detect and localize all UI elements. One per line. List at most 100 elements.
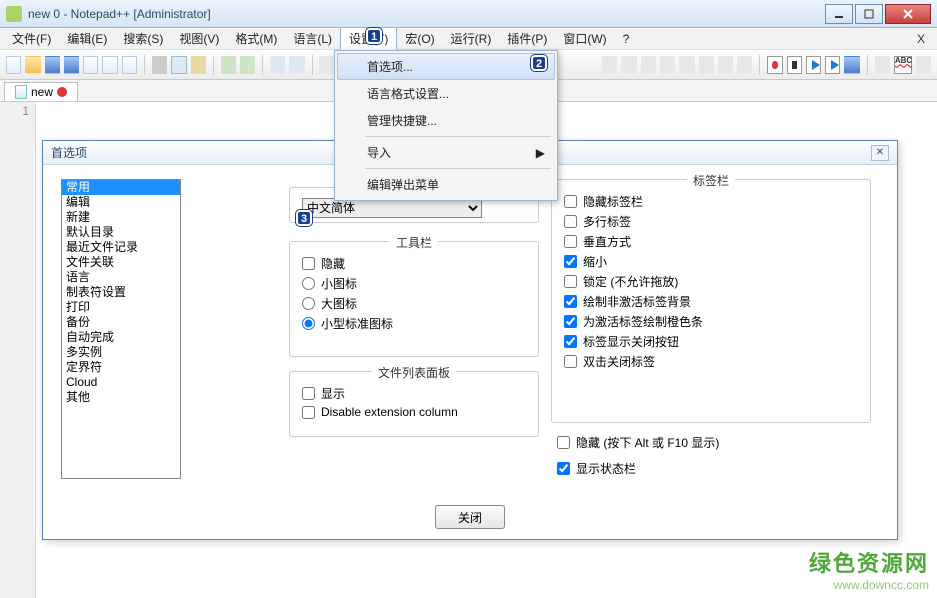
badge-1: 1: [366, 28, 382, 44]
paste-icon[interactable]: [191, 56, 206, 74]
category-item[interactable]: 文件关联: [62, 255, 180, 270]
file-icon: [15, 85, 27, 99]
monitor-icon[interactable]: [875, 56, 890, 74]
multiline-tabs-checkbox[interactable]: 多行标签: [564, 213, 858, 230]
menu-import[interactable]: 导入▶: [337, 139, 555, 166]
group-label: 标签栏: [687, 172, 735, 189]
macro-play-icon[interactable]: [806, 56, 821, 74]
macro-play-multi-icon[interactable]: [825, 56, 840, 74]
minimize-button[interactable]: [825, 4, 853, 24]
vertical-tabs-checkbox[interactable]: 垂直方式: [564, 233, 858, 250]
dialog-title: 首选项: [51, 144, 87, 161]
user-lang-icon[interactable]: [699, 56, 714, 74]
menubar-x[interactable]: X: [909, 32, 933, 46]
tab-label: new: [31, 85, 53, 99]
category-list[interactable]: 常用 编辑 新建 默认目录 最近文件记录 文件关联 语言 制表符设置 打印 备份…: [61, 179, 181, 479]
disable-ext-checkbox[interactable]: Disable extension column: [302, 405, 526, 419]
menu-file[interactable]: 文件(F): [4, 28, 59, 49]
show-statusbar-checkbox[interactable]: 显示状态栏: [557, 460, 636, 477]
large-icons-radio[interactable]: 大图标: [302, 295, 526, 312]
print-icon[interactable]: [122, 56, 137, 74]
menu-macro[interactable]: 宏(O): [397, 28, 442, 49]
copy-icon[interactable]: [171, 56, 186, 74]
small-icons-radio[interactable]: 小图标: [302, 275, 526, 292]
hide-tabbar-checkbox[interactable]: 隐藏标签栏: [564, 193, 858, 210]
close-button[interactable]: [885, 4, 931, 24]
replace-icon[interactable]: [289, 56, 304, 74]
std-icons-radio[interactable]: 小型标准图标: [302, 315, 526, 332]
category-item[interactable]: Cloud: [62, 375, 180, 390]
doc-map-icon[interactable]: [718, 56, 733, 74]
show-all-icon[interactable]: [660, 56, 675, 74]
close-btn-checkbox[interactable]: 标签显示关闭按钮: [564, 333, 858, 350]
plugin-icon[interactable]: [916, 56, 931, 74]
category-item[interactable]: 定界符: [62, 360, 180, 375]
menu-window[interactable]: 窗口(W): [555, 28, 614, 49]
spellcheck-icon[interactable]: ABC: [894, 56, 912, 74]
zoom-in-icon[interactable]: [319, 56, 334, 74]
dblclick-close-checkbox[interactable]: 双击关闭标签: [564, 353, 858, 370]
cut-icon[interactable]: [152, 56, 167, 74]
category-item[interactable]: 最近文件记录: [62, 240, 180, 255]
save-all-icon[interactable]: [64, 56, 79, 74]
menu-language[interactable]: 语言(L): [285, 28, 340, 49]
category-item[interactable]: 编辑: [62, 195, 180, 210]
category-item[interactable]: 常用: [62, 180, 180, 195]
menu-format[interactable]: 格式(M): [227, 28, 285, 49]
macro-save-icon[interactable]: [844, 56, 859, 74]
menu-search[interactable]: 搜索(S): [115, 28, 171, 49]
close-file-icon[interactable]: [83, 56, 98, 74]
menu-shortcuts[interactable]: 管理快捷键...: [337, 107, 555, 134]
maximize-button[interactable]: [855, 4, 883, 24]
menu-run[interactable]: 运行(R): [443, 28, 500, 49]
show-filelist-checkbox[interactable]: 显示: [302, 385, 526, 402]
category-item[interactable]: 自动完成: [62, 330, 180, 345]
menu-edit[interactable]: 编辑(E): [59, 28, 115, 49]
redo-icon[interactable]: [240, 56, 255, 74]
macro-record-icon[interactable]: [767, 56, 782, 74]
dialog-close-button[interactable]: ✕: [871, 145, 889, 161]
category-item[interactable]: 默认目录: [62, 225, 180, 240]
category-item[interactable]: 语言: [62, 270, 180, 285]
open-file-icon[interactable]: [25, 56, 40, 74]
category-item[interactable]: 备份: [62, 315, 180, 330]
submenu-arrow-icon: ▶: [536, 146, 545, 160]
new-file-icon[interactable]: [6, 56, 21, 74]
category-item[interactable]: 打印: [62, 300, 180, 315]
hide-toolbar-checkbox[interactable]: 隐藏: [302, 255, 526, 272]
sync-h-icon[interactable]: [621, 56, 636, 74]
dialog-close-action-button[interactable]: 关闭: [435, 505, 505, 529]
indent-guide-icon[interactable]: [679, 56, 694, 74]
func-list-icon[interactable]: [737, 56, 752, 74]
active-bar-checkbox[interactable]: 为激活标签绘制橙色条: [564, 313, 858, 330]
document-tab[interactable]: new: [4, 82, 78, 101]
wrap-icon[interactable]: [641, 56, 656, 74]
menu-help[interactable]: ?: [615, 30, 638, 48]
macro-stop-icon[interactable]: [787, 56, 802, 74]
menu-view[interactable]: 视图(V): [171, 28, 227, 49]
group-label: 工具栏: [390, 234, 438, 251]
category-item[interactable]: 制表符设置: [62, 285, 180, 300]
badge-3: 3: [296, 210, 312, 226]
ui-language-select[interactable]: 中文简体: [302, 198, 482, 218]
small-tabs-checkbox[interactable]: 缩小: [564, 253, 858, 270]
category-item[interactable]: 其他: [62, 390, 180, 405]
hide-menu-checkbox[interactable]: 隐藏 (按下 Alt 或 F10 显示): [557, 434, 719, 451]
sync-v-icon[interactable]: [602, 56, 617, 74]
undo-icon[interactable]: [221, 56, 236, 74]
separator: [262, 55, 263, 75]
category-item[interactable]: 多实例: [62, 345, 180, 360]
menu-plugins[interactable]: 插件(P): [499, 28, 555, 49]
inactive-bg-checkbox[interactable]: 绘制非激活标签背景: [564, 293, 858, 310]
category-item[interactable]: 新建: [62, 210, 180, 225]
separator: [144, 55, 145, 75]
save-icon[interactable]: [45, 56, 60, 74]
line-gutter: 1: [0, 102, 36, 598]
tabbar-group: 标签栏 隐藏标签栏 多行标签 垂直方式 缩小 锁定 (不允许拖放) 绘制非激活标…: [551, 179, 871, 423]
menu-edit-popup[interactable]: 编辑弹出菜单: [337, 171, 555, 198]
menu-style-config[interactable]: 语言格式设置...: [337, 80, 555, 107]
close-all-icon[interactable]: [102, 56, 117, 74]
find-icon[interactable]: [270, 56, 285, 74]
lock-tabs-checkbox[interactable]: 锁定 (不允许拖放): [564, 273, 858, 290]
menu-preferences[interactable]: 首选项...: [337, 53, 555, 80]
